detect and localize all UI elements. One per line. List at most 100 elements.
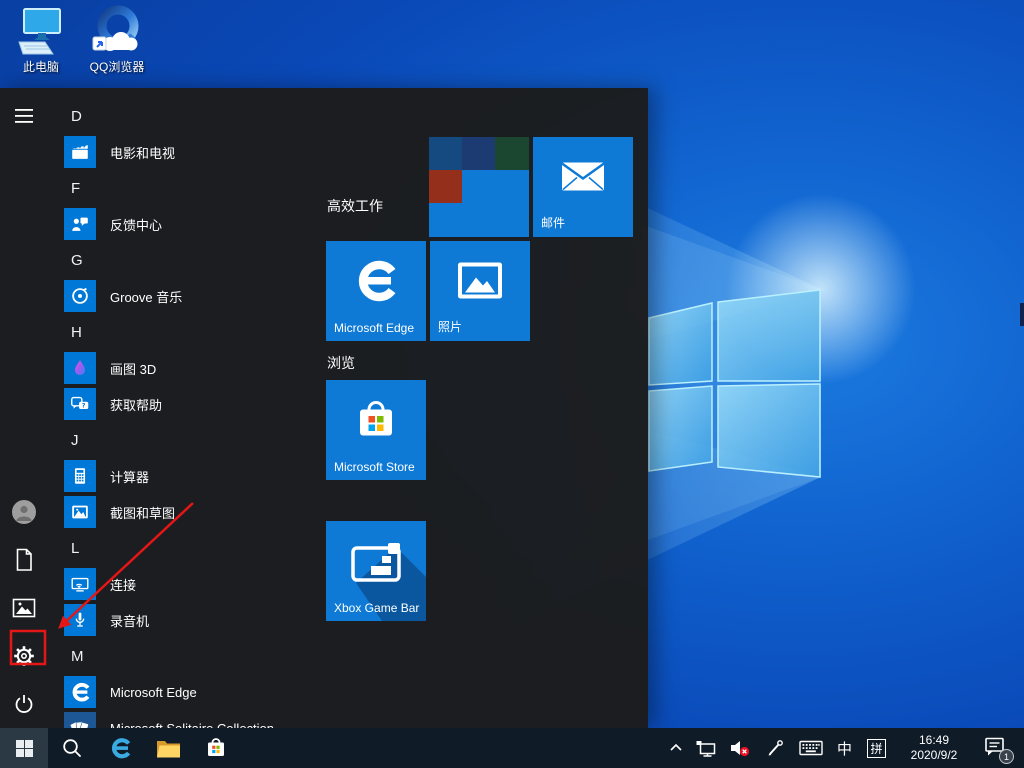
ime-scheme-button[interactable]: 拼 — [859, 728, 894, 768]
groove-music-icon — [64, 280, 96, 312]
snip-sketch-icon — [64, 496, 96, 528]
app-group-header-j[interactable]: J — [64, 422, 326, 458]
app-item-paint-3d[interactable]: 画图 3D — [64, 350, 326, 386]
settings-gear-icon — [12, 644, 36, 668]
taskbar-search-button[interactable] — [48, 728, 96, 768]
tray-date: 2020/9/2 — [898, 748, 970, 763]
mosaic-cell — [429, 137, 462, 170]
expand-menu-button[interactable] — [0, 92, 48, 140]
start-menu-tiles: 高效工作 邮件 — [326, 88, 648, 728]
touch-keyboard-button[interactable] — [792, 728, 830, 768]
app-group-header-l[interactable]: L — [64, 530, 326, 566]
paint-3d-icon — [64, 352, 96, 384]
app-group-header-d[interactable]: D — [64, 98, 326, 134]
tray-overflow-button[interactable] — [662, 728, 690, 768]
app-item-movies-tv[interactable]: 电影和电视 — [64, 134, 326, 170]
notification-badge: 1 — [999, 749, 1014, 764]
power-button[interactable] — [0, 680, 48, 728]
tile-microsoft-store[interactable]: Microsoft Store — [326, 380, 426, 480]
power-icon — [12, 692, 36, 716]
action-center-button[interactable]: 1 — [974, 728, 1024, 768]
taskbar: 中 拼 16:49 2020/9/2 1 — [0, 728, 1024, 768]
connect-icon — [64, 568, 96, 600]
start-menu-rail — [0, 88, 48, 728]
tile-photos[interactable]: 照片 — [430, 241, 530, 341]
ime-scheme-label: 拼 — [867, 739, 886, 758]
chevron-up-icon — [668, 740, 684, 756]
ime-mode-button[interactable]: 中 — [830, 728, 859, 768]
desktop-icon-this-pc[interactable]: 此电脑 — [4, 6, 78, 75]
network-status-button[interactable] — [690, 728, 722, 768]
mosaic-cell — [495, 137, 529, 170]
pen-icon — [765, 738, 785, 758]
hamburger-icon — [15, 109, 33, 123]
desktop-icon-qq-browser[interactable]: QQ浏览器 — [80, 4, 154, 75]
desktop-icon-label: QQ浏览器 — [90, 58, 145, 75]
edge-icon — [350, 255, 402, 312]
calculator-icon — [64, 460, 96, 492]
store-icon — [205, 737, 227, 759]
app-item-voice-recorder[interactable]: 录音机 — [64, 602, 326, 638]
app-item-calculator[interactable]: 计算器 — [64, 458, 326, 494]
tile-xbox-game-bar[interactable]: Xbox Game Bar — [326, 521, 426, 621]
start-menu-app-list: D 电影和电视 F — [64, 88, 326, 728]
app-item-feedback-hub[interactable]: 反馈中心 — [64, 206, 326, 242]
photos-icon — [457, 262, 503, 305]
user-avatar-icon — [12, 500, 36, 524]
app-group-header-f[interactable]: F — [64, 170, 326, 206]
ime-mode-label: 中 — [837, 738, 852, 759]
app-item-snip-sketch[interactable]: 截图和草图 — [64, 494, 326, 530]
ethernet-network-icon — [695, 738, 717, 758]
keyboard-icon — [799, 739, 823, 757]
mosaic-cell — [429, 170, 462, 203]
windows-logo-icon — [16, 740, 33, 757]
start-button[interactable] — [0, 728, 48, 768]
user-account-button[interactable] — [0, 488, 48, 536]
app-group-header-g[interactable]: G — [64, 242, 326, 278]
tile-mail[interactable]: 邮件 — [533, 137, 633, 237]
app-item-connect[interactable]: 连接 — [64, 566, 326, 602]
feedback-hub-icon — [64, 208, 96, 240]
system-tray: 中 拼 16:49 2020/9/2 1 — [662, 728, 1024, 768]
tile-group-label-productivity[interactable]: 高效工作 — [327, 196, 383, 216]
documents-button[interactable] — [0, 536, 48, 584]
mail-icon — [561, 162, 605, 197]
app-item-solitaire[interactable]: Microsoft Solitaire Collection — [64, 710, 326, 728]
windows-ink-button[interactable] — [758, 728, 792, 768]
tile-mosaic[interactable] — [429, 137, 529, 237]
tile-group-label-browse[interactable]: 浏览 — [327, 353, 355, 373]
app-group-header-m[interactable]: M — [64, 638, 326, 674]
app-item-groove-music[interactable]: Groove 音乐 — [64, 278, 326, 314]
movies-tv-icon — [64, 136, 96, 168]
edge-icon — [64, 676, 96, 708]
store-icon — [354, 399, 398, 446]
settings-button[interactable] — [0, 632, 48, 680]
app-item-get-help[interactable]: ? 获取帮助 — [64, 386, 326, 422]
clock-button[interactable]: 16:49 2020/9/2 — [894, 728, 974, 768]
file-explorer-icon — [156, 738, 181, 759]
tile-microsoft-edge[interactable]: Microsoft Edge — [326, 241, 426, 341]
desktop-icon-label: 此电脑 — [23, 58, 59, 75]
desktop-edge-sliver — [1020, 303, 1024, 326]
edge-icon — [107, 735, 133, 761]
taskbar-store-button[interactable] — [192, 728, 240, 768]
this-pc-icon — [15, 6, 67, 56]
taskbar-file-explorer-button[interactable] — [144, 728, 192, 768]
tray-time: 16:49 — [898, 733, 970, 748]
mosaic-cell — [462, 137, 495, 170]
start-menu: D 电影和电视 F — [0, 88, 648, 728]
qq-browser-icon — [88, 4, 146, 56]
pictures-icon — [12, 598, 36, 618]
pictures-button[interactable] — [0, 584, 48, 632]
svg-text:?: ? — [82, 401, 86, 409]
voice-recorder-icon — [64, 604, 96, 636]
volume-muted-icon — [729, 738, 751, 758]
taskbar-edge-button[interactable] — [96, 728, 144, 768]
search-icon — [61, 737, 83, 759]
document-icon — [14, 548, 34, 572]
app-item-microsoft-edge[interactable]: Microsoft Edge — [64, 674, 326, 710]
volume-button[interactable] — [722, 728, 758, 768]
app-group-header-h[interactable]: H — [64, 314, 326, 350]
solitaire-icon — [64, 712, 96, 728]
get-help-icon: ? — [64, 388, 96, 420]
